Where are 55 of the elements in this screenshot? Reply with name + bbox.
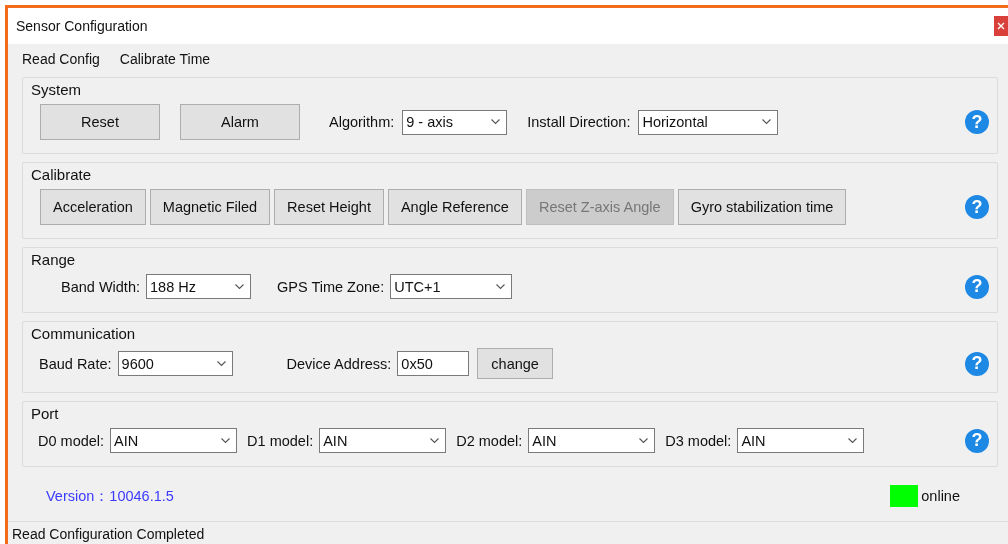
caret-icon [221,437,231,444]
field-label: D0 model: [38,432,105,449]
group-title: Port [31,405,60,422]
action-button[interactable]: Acceleration [40,189,146,225]
dropdown[interactable]: 9600 [117,351,233,376]
action-button[interactable]: Alarm [180,104,300,140]
dropdown[interactable]: 188 Hz [146,274,251,299]
help-icon[interactable]: ? [965,195,989,219]
caret-icon [848,437,858,444]
dropdown[interactable]: AIN [737,428,865,453]
dropdown[interactable]: Horizontal [638,109,779,135]
dropdown[interactable]: AIN [110,428,238,453]
caret-icon [430,437,440,444]
action-button[interactable]: Magnetic Filed [149,189,271,225]
field-label: D3 model: [665,432,732,449]
action-button[interactable]: Gyro stabilization time [677,189,847,225]
status-text: online [921,488,960,504]
field-label: D1 model: [247,432,314,449]
help-icon[interactable]: ? [965,110,989,134]
caret-icon [639,437,649,444]
field-label: GPS Time Zone: [277,278,385,295]
field-label: Install Direction: [527,114,631,130]
action-button[interactable]: change [477,348,553,379]
window-title: Sensor Configuration [15,18,148,34]
address-field[interactable]: 0x50 [397,351,470,376]
field-label: Baud Rate: [39,355,112,372]
caret-icon [496,283,506,290]
status-bar: Read Configuration Completed [8,521,1008,544]
caret-icon [491,119,501,125]
help-icon[interactable]: ? [965,428,989,453]
dropdown[interactable]: 9 - axis [402,109,508,135]
dropdown[interactable]: AIN [319,428,447,453]
dropdown[interactable]: AIN [528,428,656,453]
close-icon [997,22,1005,30]
action-button[interactable]: Reset Height [274,189,384,225]
caret-icon [762,119,772,125]
action-button[interactable]: Reset [40,104,160,140]
action-button[interactable]: Angle Reference [387,189,522,225]
field-label: Algorithm: [329,114,395,130]
help-icon[interactable]: ? [965,274,989,299]
group-title: Range [31,251,77,268]
help-icon[interactable]: ? [965,351,989,376]
group-title: Calibrate [31,166,93,183]
version-text: Version：10046.1.5 [46,486,174,506]
group-title: Communication [31,325,137,342]
caret-icon [235,283,244,290]
field-label: D2 model: [456,432,523,449]
dropdown[interactable]: UTC+1 [390,274,513,299]
field-label: Band Width: [61,278,140,295]
menu-item[interactable]: Read Config [22,50,100,67]
menu-item[interactable]: Calibrate Time [119,50,211,67]
caret-icon [216,360,226,367]
field-label: Device Address: [286,355,392,372]
close-button[interactable] [994,16,1008,36]
group-title: System [31,81,82,98]
